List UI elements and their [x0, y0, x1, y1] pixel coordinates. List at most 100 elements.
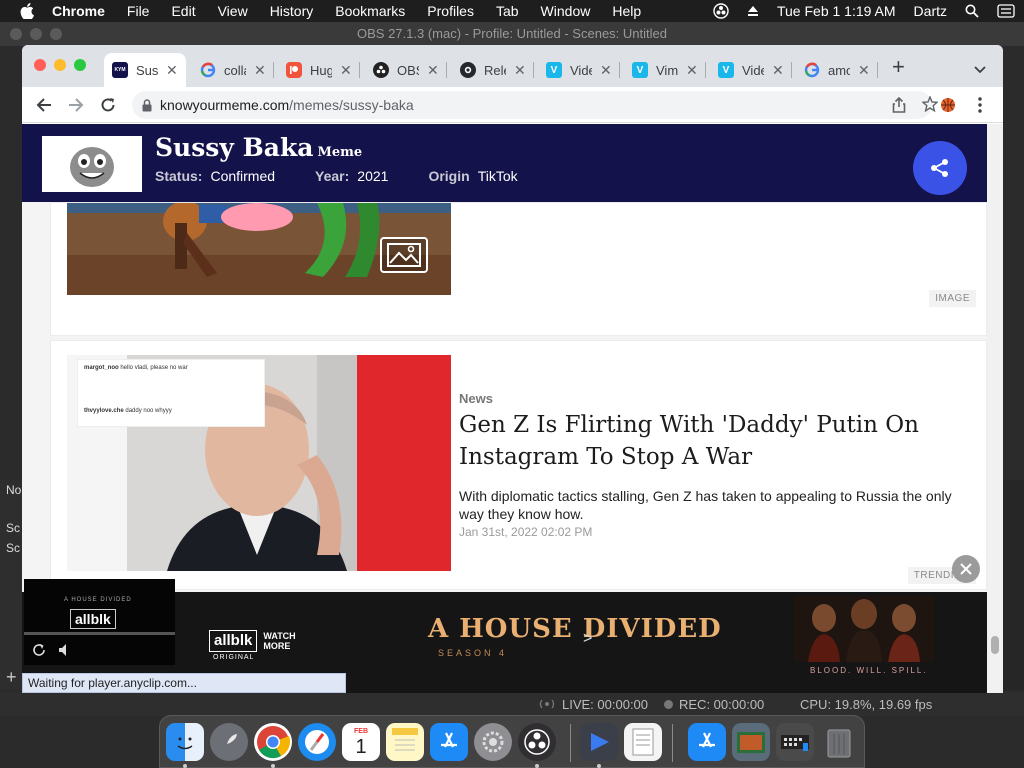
media-player-icon[interactable] — [580, 723, 618, 761]
obs-window-title: OBS 27.1.3 (mac) - Profile: Untitled - S… — [0, 22, 1024, 46]
news-headline[interactable]: Gen Z Is Flirting With 'Daddy' Putin On … — [459, 409, 969, 473]
mac-dock: FEB 1 — [159, 715, 865, 768]
image-folder-icon[interactable] — [732, 723, 770, 761]
new-tab-plus-icon[interactable]: + — [892, 56, 905, 78]
apple-icon[interactable] — [20, 3, 36, 19]
menu-view[interactable]: View — [218, 3, 248, 19]
share-button[interactable] — [913, 141, 967, 195]
tab-vimeo-video-2[interactable]: V Video ✕ — [710, 53, 792, 87]
news-thumbnail[interactable]: margot_noo hello vladi, please no war th… — [67, 355, 451, 571]
safari-compass-icon[interactable] — [298, 723, 336, 761]
zoom-window-button[interactable] — [74, 59, 86, 71]
news-category[interactable]: News — [459, 391, 493, 406]
obs-right-panel — [1002, 480, 1024, 690]
system-preferences-gear-icon[interactable] — [474, 723, 512, 761]
chrome-menu-icon[interactable] — [970, 95, 990, 115]
downloads-grid-icon[interactable] — [776, 723, 814, 761]
browser-toolbar: knowyourmeme.com/memes/sussy-baka — [22, 87, 1003, 123]
meme-title-text: Sussy Baka — [155, 133, 314, 162]
tab-close-icon[interactable]: ✕ — [858, 62, 870, 79]
meme-title: Sussy Baka Meme — [155, 133, 362, 162]
tab-close-icon[interactable]: ✕ — [772, 62, 784, 79]
volume-icon[interactable] — [58, 643, 70, 662]
tab-vimeo[interactable]: V Vimeo ✕ — [624, 53, 706, 87]
meme-meta: Status: Confirmed Year: 2021 Origin TikT… — [155, 168, 558, 184]
news-description: With diplomatic tactics stalling, Gen Z … — [459, 488, 952, 522]
ad-next-arrow-icon[interactable]: > — [583, 630, 592, 648]
finder-icon[interactable] — [166, 723, 204, 761]
tab-google-collage[interactable]: collage ✕ — [192, 53, 274, 87]
menu-app-name[interactable]: Chrome — [52, 3, 105, 19]
news-card[interactable]: margot_noo hello vladi, please no war th… — [50, 340, 987, 590]
comment-user: margot_noo — [84, 365, 119, 371]
tab-close-icon[interactable]: ✕ — [340, 62, 352, 79]
app-store-icon[interactable] — [430, 723, 468, 761]
menu-history[interactable]: History — [270, 3, 314, 19]
tab-obs[interactable]: OBS ✕ — [365, 53, 447, 87]
tab-vimeo-video-1[interactable]: V Video ✕ — [538, 53, 620, 87]
spotlight-search-icon[interactable] — [965, 4, 979, 18]
image-card[interactable]: IMAGE — [50, 202, 987, 336]
close-ad-icon[interactable] — [952, 555, 980, 583]
meme-thumbnail[interactable] — [42, 136, 142, 192]
tab-search-chevron-icon[interactable] — [974, 61, 986, 79]
tab-close-icon[interactable]: ✕ — [600, 62, 612, 79]
scrollbar-thumb[interactable] — [991, 636, 999, 654]
allblk-logo[interactable]: allblk WATCH MORE ORIGINAL — [209, 630, 297, 661]
obs-window-controls[interactable] — [10, 28, 62, 40]
launchpad-rocket-icon[interactable] — [210, 723, 248, 761]
menu-window[interactable]: Window — [541, 3, 591, 19]
tab-strip: KYM Sussy Baka ✕ collage ✕ Hugging ✕ OBS — [22, 45, 1003, 87]
menu-user[interactable]: Dartz — [914, 3, 947, 19]
tab-sussy-baka[interactable]: KYM Sussy Baka ✕ — [104, 53, 186, 87]
close-window-button[interactable] — [34, 59, 46, 71]
chrome-app-icon[interactable] — [254, 723, 292, 761]
menu-tab[interactable]: Tab — [496, 3, 519, 19]
patreon-icon — [286, 62, 302, 78]
menu-file[interactable]: File — [127, 3, 150, 19]
notes-icon[interactable] — [386, 723, 424, 761]
tab-patreon[interactable]: Hugging ✕ — [278, 53, 360, 87]
menu-clock[interactable]: Tue Feb 1 1:19 AM — [777, 3, 896, 19]
share-page-icon[interactable] — [892, 96, 906, 116]
reload-icon[interactable] — [98, 95, 118, 115]
tab-github-releases[interactable]: Releases ✕ — [452, 53, 534, 87]
menu-bookmarks[interactable]: Bookmarks — [335, 3, 405, 19]
ad-cta[interactable]: WATCH MORE — [263, 631, 297, 651]
address-bar[interactable]: knowyourmeme.com/memes/sussy-baka — [132, 91, 939, 119]
tab-google-among[interactable]: among ✕ — [796, 53, 878, 87]
menu-edit[interactable]: Edit — [171, 3, 195, 19]
tab-close-icon[interactable]: ✕ — [514, 62, 526, 79]
calendar-icon[interactable]: FEB 1 — [342, 723, 380, 761]
menu-help[interactable]: Help — [612, 3, 641, 19]
origin-value[interactable]: TikTok — [478, 168, 518, 184]
app-store-folder-icon[interactable] — [688, 723, 726, 761]
tab-close-icon[interactable]: ✕ — [686, 62, 698, 79]
meme-header: Sussy Baka Meme Status: Confirmed Year: 2… — [22, 124, 987, 202]
player-progress-bar[interactable] — [24, 632, 175, 635]
replay-icon[interactable] — [32, 643, 46, 662]
mini-video-player[interactable]: A HOUSE DIVIDED allblk — [24, 579, 175, 665]
tab-close-icon[interactable]: ✕ — [166, 62, 178, 79]
back-arrow-icon[interactable] — [34, 95, 54, 115]
card-type-label: IMAGE — [929, 290, 976, 307]
forward-arrow-icon[interactable] — [66, 95, 86, 115]
textedit-document-icon[interactable] — [624, 723, 662, 761]
minimize-window-button[interactable] — [54, 59, 66, 71]
image-thumbnail[interactable] — [67, 203, 451, 295]
obs-panel-label: Sc — [6, 541, 21, 555]
control-center-icon[interactable] — [997, 4, 1015, 18]
obs-add-icon[interactable]: + — [0, 664, 23, 691]
obs-app-icon[interactable] — [518, 723, 556, 761]
lock-icon[interactable] — [142, 98, 152, 112]
tab-close-icon[interactable]: ✕ — [427, 62, 439, 79]
extension-basketball-icon[interactable] — [938, 95, 958, 115]
tab-label: Vimeo — [656, 62, 678, 78]
eject-icon[interactable] — [747, 5, 759, 17]
trash-icon[interactable] — [820, 723, 858, 761]
scrollbar-track[interactable] — [987, 124, 1003, 693]
obs-status-icon[interactable] — [713, 3, 729, 19]
tab-close-icon[interactable]: ✕ — [254, 62, 266, 79]
menu-profiles[interactable]: Profiles — [427, 3, 474, 19]
bookmark-star-icon[interactable] — [921, 95, 939, 115]
